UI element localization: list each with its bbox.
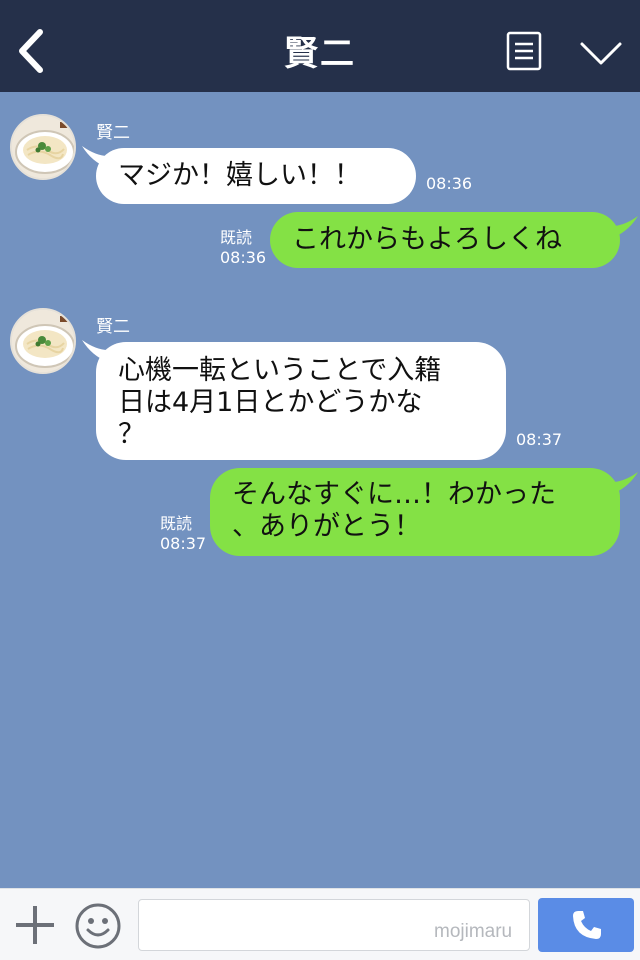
watermark-text: mojimaru: [434, 921, 513, 942]
message-time: 08:37: [516, 430, 563, 449]
add-attachment-button[interactable]: [14, 904, 56, 946]
message-time: 08:37: [160, 534, 207, 553]
read-receipt: 既読 08:37: [160, 514, 206, 554]
chat-title: 賢二: [284, 34, 356, 74]
chevron-down-icon: [580, 42, 622, 65]
read-label: 既読: [220, 228, 253, 247]
sender-name: 賢二: [96, 317, 130, 337]
read-label: 既読: [160, 514, 193, 533]
outgoing-message-bubble[interactable]: これからもよろしくね: [270, 212, 620, 268]
document-menu-icon: [506, 31, 542, 71]
avatar[interactable]: [10, 114, 76, 180]
read-receipt: 既読 08:36: [220, 228, 266, 268]
call-button[interactable]: [538, 898, 634, 952]
bubble-tail: [612, 472, 638, 494]
collapse-button[interactable]: [578, 38, 624, 68]
emoji-button[interactable]: [74, 902, 122, 950]
message-text: マジか！嬉しい！！: [118, 160, 361, 191]
plus-icon: [16, 906, 54, 944]
message-time: 08:36: [426, 174, 473, 193]
udon-bowl-avatar-icon: [12, 116, 74, 178]
avatar[interactable]: [10, 308, 76, 374]
message-time: 08:36: [220, 248, 267, 267]
message-text-line: 心機一転ということで入籍: [118, 355, 442, 386]
bubble-tail: [612, 216, 638, 238]
message-input-bar: mojimaru: [0, 888, 640, 960]
menu-button[interactable]: [506, 31, 542, 71]
incoming-message-bubble[interactable]: マジか！嬉しい！！: [96, 148, 416, 204]
sender-name: 賢二: [96, 123, 130, 143]
incoming-message-bubble[interactable]: 心機一転ということで入籍 日は4月1日とかどうかな ？: [96, 342, 506, 460]
message-text-line: 日は4月1日とかどうかな: [118, 387, 423, 418]
udon-bowl-avatar-icon: [12, 310, 74, 372]
chat-header: 賢二: [0, 0, 640, 92]
message-text: これからもよろしくね: [292, 224, 562, 255]
chat-log[interactable]: 賢二 マジか！嬉しい！！ 08:36 既読 08:36 これからもよろしくね 賢…: [0, 92, 640, 888]
phone-icon: [573, 911, 601, 939]
smiley-icon: [75, 903, 121, 949]
message-text-line: ？: [118, 419, 145, 450]
outgoing-message-bubble[interactable]: そんなすぐに…！わかった 、ありがとう！: [210, 468, 620, 556]
message-text-line: そんなすぐに…！わかった: [232, 479, 556, 510]
message-text-line: 、ありがとう！: [232, 511, 421, 542]
